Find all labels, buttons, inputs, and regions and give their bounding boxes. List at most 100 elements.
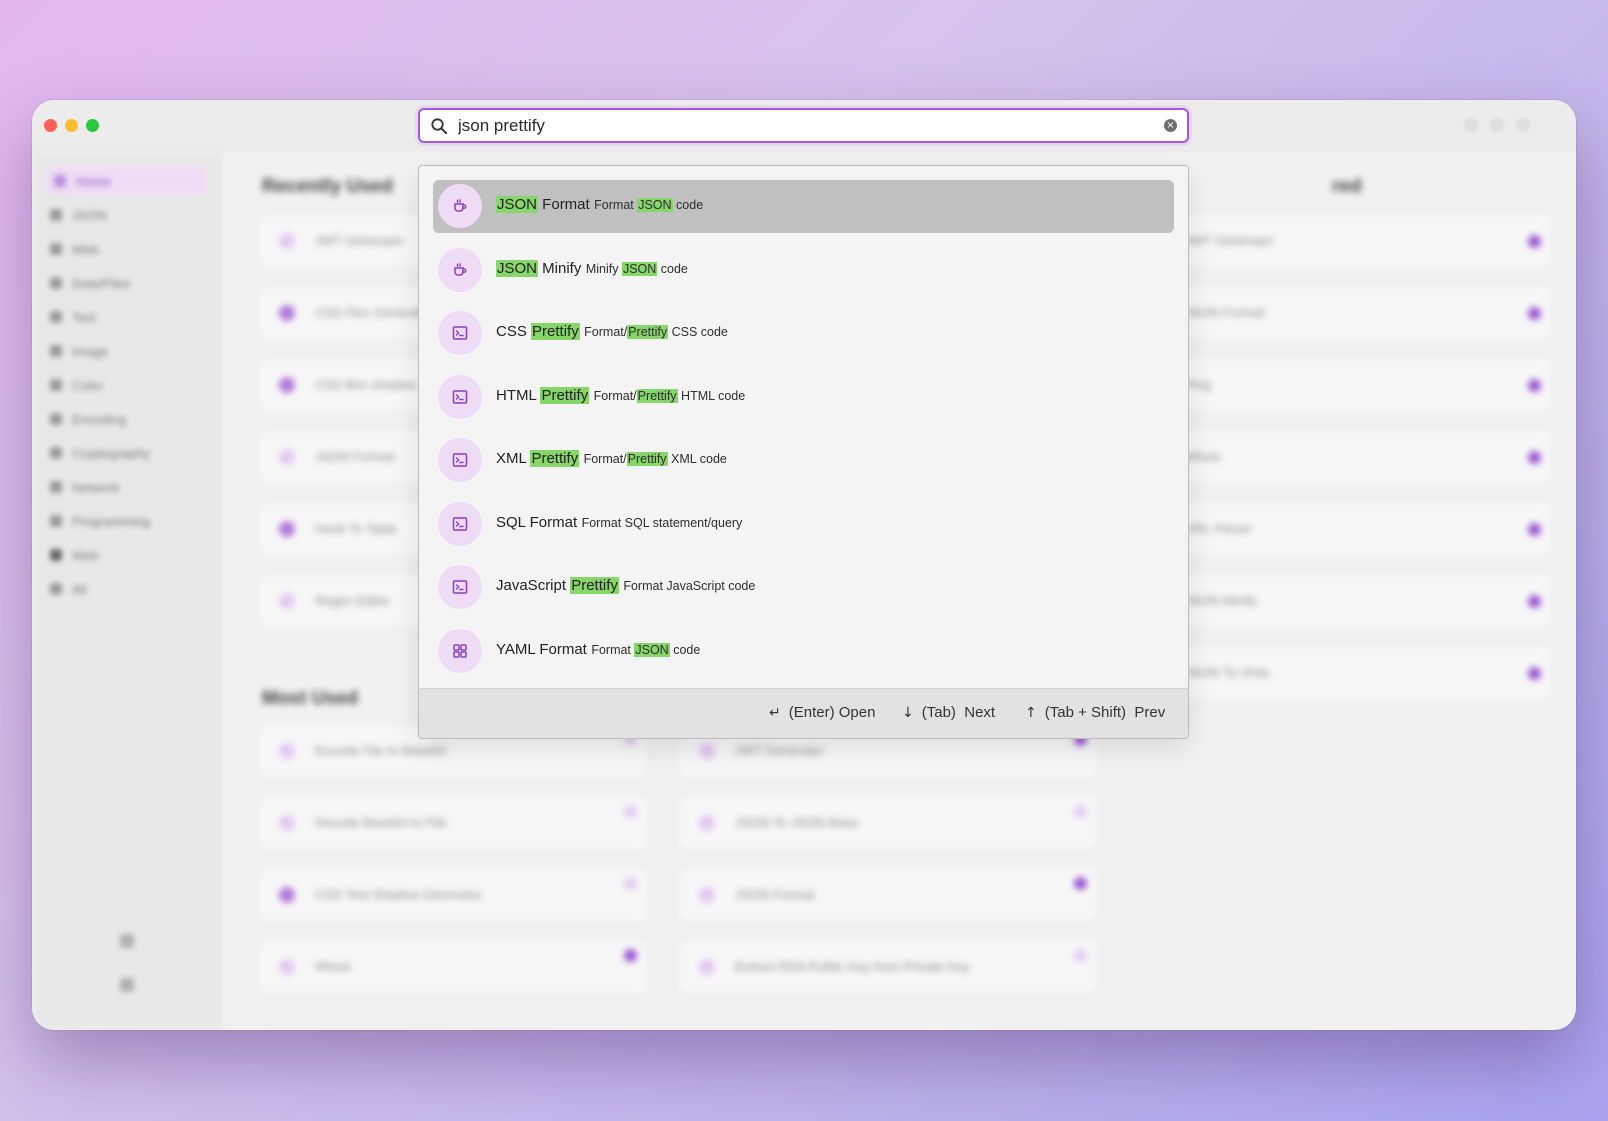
sidebar-item-data-files[interactable]: Data/Files <box>50 270 200 296</box>
tool-card[interactable]: JSON Format <box>678 868 1098 922</box>
tool-icon <box>279 377 295 393</box>
enter-key-icon: ↵ <box>769 704 781 721</box>
tool-card[interactable]: Whois <box>1162 430 1552 484</box>
star-icon[interactable] <box>624 949 637 962</box>
result-item[interactable]: SQL Format Format SQL statement/query <box>433 498 1174 551</box>
result-item[interactable]: CSS Prettify Format/Prettify CSS code <box>433 307 1174 360</box>
result-name-segment: HTML <box>496 386 541 404</box>
coffee-cup-icon <box>438 247 482 292</box>
star-icon[interactable] <box>1528 235 1541 248</box>
star-icon[interactable] <box>1528 523 1541 536</box>
titlebar-control-icon[interactable] <box>1516 118 1530 132</box>
tool-card[interactable]: Ping <box>1162 358 1552 412</box>
most-used-title: Most Used <box>262 688 359 709</box>
result-desc-segment: Format/ <box>593 388 637 403</box>
result-description: Format/Prettify CSS code <box>584 325 728 339</box>
tool-card[interactable]: Decode Base64 to File <box>258 796 648 850</box>
terminal-icon <box>438 438 482 482</box>
sidebar-item-web-2[interactable]: Web <box>50 542 200 568</box>
result-text: CSS Prettify Format/Prettify CSS code <box>496 323 728 341</box>
star-icon[interactable] <box>1074 805 1087 818</box>
web-icon <box>50 243 62 255</box>
sidebar-item-network[interactable]: Network <box>50 474 200 500</box>
minimize-window-button[interactable] <box>65 119 78 132</box>
result-item[interactable]: YAML Format Format JSON code <box>433 625 1174 678</box>
clear-search-icon[interactable]: × <box>1164 119 1177 132</box>
sidebar-item-encoding[interactable]: Encoding <box>50 406 200 432</box>
tool-card[interactable]: JSON Format <box>1162 286 1552 340</box>
tool-card[interactable]: JSON To Vhdx <box>1162 646 1552 700</box>
tool-card-label: Regex Editor <box>315 593 391 608</box>
search-input[interactable] <box>458 110 1148 141</box>
match-highlight: Prettify <box>570 577 619 594</box>
sidebar-item-cryptography[interactable]: Cryptography <box>50 440 200 466</box>
tool-card[interactable]: Extract RSA Public Key from Private Key <box>678 940 1098 994</box>
result-desc-segment: Format/ <box>583 452 627 466</box>
tool-icon <box>279 959 295 975</box>
titlebar-control-icon[interactable] <box>1464 118 1478 132</box>
search-icon <box>431 118 447 134</box>
sidebar-item-image[interactable]: Image <box>50 338 200 364</box>
tool-card[interactable]: URL Parser <box>1162 502 1552 556</box>
match-highlight: Prettify <box>627 325 669 339</box>
result-desc-segment: HTML code <box>677 388 746 403</box>
result-description: Format SQL statement/query <box>582 516 743 530</box>
sidebar-item-web[interactable]: Web <box>50 236 200 262</box>
result-item[interactable]: JavaScript Prettify Format JavaScript co… <box>433 561 1174 614</box>
star-icon[interactable] <box>1074 949 1087 962</box>
sidebar-item-text[interactable]: Text <box>50 304 200 330</box>
result-item[interactable]: HTML Prettify Format/Prettify HTML code <box>433 371 1174 424</box>
info-icon[interactable] <box>120 978 134 992</box>
result-text: XML Prettify Format/Prettify XML code <box>496 450 727 468</box>
result-item[interactable]: JSON Format Format JSON code <box>433 180 1174 233</box>
star-icon[interactable] <box>624 877 637 890</box>
tool-icon <box>699 887 715 903</box>
tool-card[interactable]: JWT Generator <box>1162 214 1552 268</box>
result-name: JSON Minify <box>496 259 581 277</box>
result-item[interactable]: JSON Minify Minify JSON code <box>433 244 1174 297</box>
settings-icon[interactable] <box>120 934 134 948</box>
command-search-bar[interactable]: × <box>418 108 1189 143</box>
close-window-button[interactable] <box>44 119 57 132</box>
starred-title: red <box>1332 176 1362 197</box>
hint-open-label: (Enter) Open <box>788 704 876 721</box>
tool-card-label: JWT Generator <box>315 233 404 248</box>
result-desc-segment: XML code <box>667 452 727 466</box>
sidebar-item-json[interactable]: JSON <box>50 202 200 228</box>
result-description: Format/Prettify HTML code <box>593 388 746 403</box>
sidebar-item-color[interactable]: Color <box>50 372 200 398</box>
sidebar-item-label: Encoding <box>72 411 127 427</box>
result-description: Format JSON code <box>591 642 700 657</box>
arrow-down-icon: ↓ <box>902 704 914 721</box>
tool-card[interactable]: Whois <box>258 940 648 994</box>
sidebar-item-label: Network <box>72 479 120 495</box>
tool-icon <box>279 449 295 465</box>
star-icon[interactable] <box>1528 451 1541 464</box>
star-icon[interactable] <box>1074 877 1087 890</box>
tool-icon <box>279 815 295 831</box>
tool-card-label: JSON Format <box>735 887 815 902</box>
star-icon[interactable] <box>1528 307 1541 320</box>
tool-card[interactable]: JSON To JSON Base <box>678 796 1098 850</box>
hint-open: ↵ (Enter) Open <box>769 704 875 721</box>
star-icon[interactable] <box>1528 595 1541 608</box>
sidebar-item-home[interactable]: Home <box>46 168 206 194</box>
tool-card[interactable]: JSON Minify <box>1162 574 1552 628</box>
star-icon[interactable] <box>1528 379 1541 392</box>
tool-card[interactable]: CSS Text Shadow Generator <box>258 868 648 922</box>
star-icon[interactable] <box>1528 667 1541 680</box>
match-highlight: JSON <box>634 642 670 657</box>
sidebar-item-all[interactable]: All <box>50 576 200 602</box>
hint-next: ↓ (Tab) Next <box>902 704 995 721</box>
tool-card-label: JSON To JSON Base <box>735 815 859 830</box>
sidebar-item-programming[interactable]: Programming <box>50 508 200 534</box>
tool-card-label: JSON To Vhdx <box>1185 665 1271 680</box>
titlebar-control-icon[interactable] <box>1490 118 1504 132</box>
tool-icon <box>279 521 295 537</box>
result-description: Format JavaScript code <box>623 579 755 593</box>
star-icon[interactable] <box>624 805 637 818</box>
tool-icon <box>699 743 715 759</box>
result-item[interactable]: XML Prettify Format/Prettify XML code <box>433 434 1174 487</box>
maximize-window-button[interactable] <box>86 119 99 132</box>
tool-card-label: JWT Generator <box>1185 233 1274 248</box>
